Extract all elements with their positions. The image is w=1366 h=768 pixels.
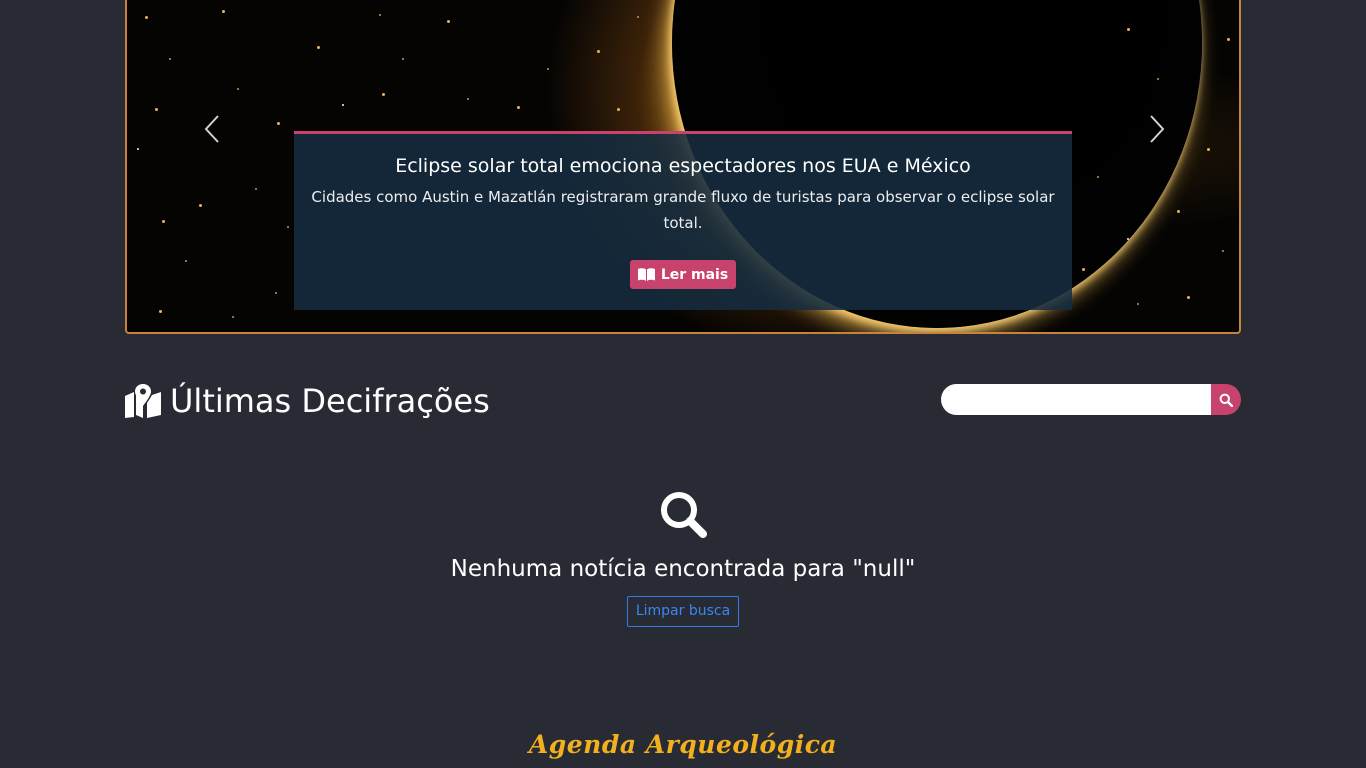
read-more-label: Ler mais xyxy=(660,266,729,283)
slide-description: Cidades como Austin e Mazatlán registrar… xyxy=(311,188,1055,232)
clear-search-button[interactable]: Limpar busca xyxy=(626,596,740,627)
slide-caption: Eclipse solar total emociona espectadore… xyxy=(294,131,1072,310)
carousel-prev-button[interactable] xyxy=(197,114,227,148)
empty-state: Nenhuma notícia encontrada para "null" L… xyxy=(0,489,1366,627)
search-bar xyxy=(941,384,1241,415)
footer-title: Agenda Arqueológica xyxy=(528,730,838,759)
search-button[interactable] xyxy=(1211,384,1241,415)
book-open-icon xyxy=(637,268,655,281)
search-icon xyxy=(1219,393,1233,407)
map-marked-icon xyxy=(125,384,161,418)
chevron-left-icon xyxy=(204,115,219,143)
empty-state-icon xyxy=(0,489,1366,543)
carousel-next-button[interactable] xyxy=(1142,114,1172,148)
search-input[interactable] xyxy=(941,384,1211,415)
read-more-button[interactable]: Ler mais xyxy=(629,260,737,289)
section-header: Últimas Decifrações xyxy=(125,382,490,420)
news-carousel: Eclipse solar total emociona espectadore… xyxy=(125,0,1241,334)
empty-state-message: Nenhuma notícia encontrada para "null" xyxy=(450,556,916,582)
section-title: Últimas Decifrações xyxy=(170,382,490,420)
chevron-right-icon xyxy=(1150,115,1165,143)
slide-title: Eclipse solar total emociona espectadore… xyxy=(395,155,971,177)
search-icon xyxy=(661,492,707,538)
